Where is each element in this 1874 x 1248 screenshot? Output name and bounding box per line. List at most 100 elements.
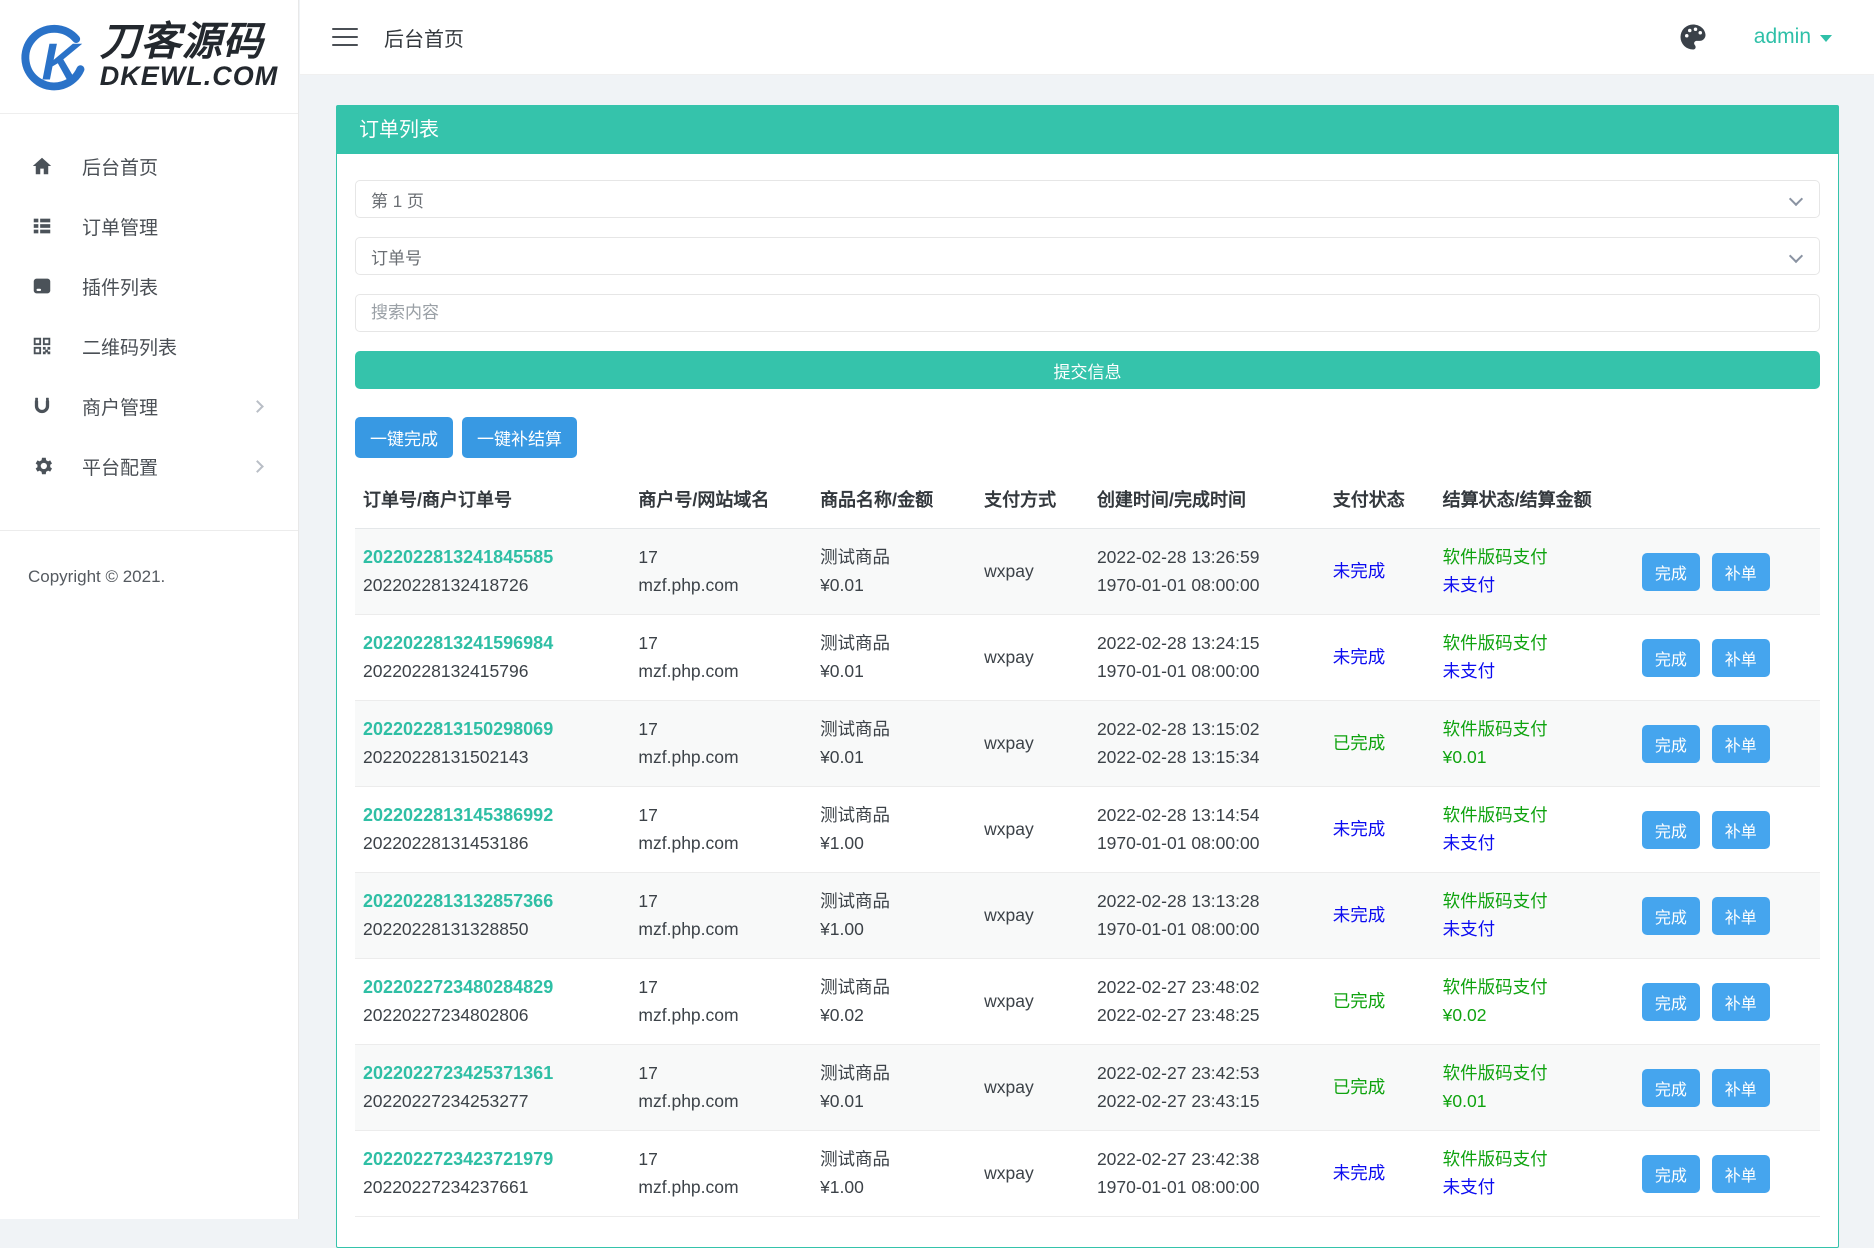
settle-status-line2: 未支付 bbox=[1443, 572, 1626, 599]
created-time: 2022-02-28 13:24:15 bbox=[1097, 630, 1317, 657]
sidebar-item-dashboard[interactable]: 后台首页 bbox=[0, 136, 298, 196]
logo-text-en: DKEWL.COM bbox=[100, 63, 278, 91]
order-field-select[interactable]: 订单号 bbox=[355, 237, 1820, 275]
product-amount: ¥1.00 bbox=[820, 916, 968, 943]
sidebar-item-plugins[interactable]: 插件列表 bbox=[0, 256, 298, 316]
search-input[interactable] bbox=[355, 294, 1820, 332]
complete-button[interactable]: 完成 bbox=[1642, 811, 1700, 849]
user-menu[interactable]: admin bbox=[1754, 25, 1832, 49]
col-header-order-no: 订单号/商户订单号 bbox=[355, 472, 630, 529]
submit-button[interactable]: 提交信息 bbox=[355, 351, 1820, 389]
product-name: 测试商品 bbox=[820, 802, 968, 829]
table-row: 2022022813145386992 20220228131453186 17… bbox=[355, 787, 1820, 873]
supplement-button[interactable]: 补单 bbox=[1712, 1069, 1770, 1107]
sidebar-menu: 后台首页 订单管理 插件列表 bbox=[0, 114, 298, 496]
sidebar-item-merchants[interactable]: 商户管理 bbox=[0, 376, 298, 436]
pay-method: wxpay bbox=[976, 959, 1089, 1045]
sidebar: K 刀客源码 DKEWL.COM 后台首页 订单管理 bbox=[0, 0, 299, 1219]
pay-method: wxpay bbox=[976, 787, 1089, 873]
logo-text-cn: 刀客源码 bbox=[100, 22, 278, 63]
settle-status-line2: 未支付 bbox=[1443, 916, 1626, 943]
chevron-down-icon bbox=[1789, 192, 1803, 206]
order-number-link[interactable]: 2022022813132857366 bbox=[363, 888, 553, 916]
table-row: 2022022723425371361 20220227234253277 17… bbox=[355, 1045, 1820, 1131]
table-header-row: 订单号/商户订单号 商户号/网站域名 商品名称/金额 支付方式 创建时间/完成时… bbox=[355, 472, 1820, 529]
merchant-order-number: 20220228131328850 bbox=[363, 916, 622, 943]
completed-time: 2022-02-27 23:48:25 bbox=[1097, 1002, 1317, 1029]
site-domain: mzf.php.com bbox=[638, 830, 804, 857]
page-select-value: 第 1 页 bbox=[371, 187, 424, 212]
settle-status-line2: 未支付 bbox=[1443, 658, 1626, 685]
created-time: 2022-02-28 13:13:28 bbox=[1097, 888, 1317, 915]
site-domain: mzf.php.com bbox=[638, 916, 804, 943]
settle-status-line1: 软件版码支付 bbox=[1443, 1146, 1626, 1173]
site-domain: mzf.php.com bbox=[638, 1002, 804, 1029]
product-name: 测试商品 bbox=[820, 974, 968, 1001]
qrcode-icon bbox=[30, 334, 54, 358]
sidebar-item-label: 插件列表 bbox=[82, 273, 262, 300]
panel-title: 订单列表 bbox=[337, 106, 1838, 154]
sidebar-item-label: 商户管理 bbox=[82, 393, 253, 420]
order-number-link[interactable]: 2022022723425371361 bbox=[363, 1060, 553, 1088]
settle-status-line2: 未支付 bbox=[1443, 1174, 1626, 1201]
complete-button[interactable]: 完成 bbox=[1642, 1155, 1700, 1193]
order-number-link[interactable]: 2022022813241596984 bbox=[363, 630, 553, 658]
product-name: 测试商品 bbox=[820, 630, 968, 657]
order-number-link[interactable]: 2022022813150298069 bbox=[363, 716, 553, 744]
copyright-text: Copyright © 2021. bbox=[0, 531, 298, 587]
order-number-link[interactable]: 2022022723480284829 bbox=[363, 974, 553, 1002]
chevron-down-icon bbox=[1789, 249, 1803, 263]
complete-button[interactable]: 完成 bbox=[1642, 553, 1700, 591]
sidebar-item-qrcodes[interactable]: 二维码列表 bbox=[0, 316, 298, 376]
product-amount: ¥1.00 bbox=[820, 1174, 968, 1201]
svg-text:K: K bbox=[41, 32, 82, 90]
bulk-settle-button[interactable]: 一键补结算 bbox=[462, 417, 577, 458]
col-header-pay-status: 支付状态 bbox=[1325, 472, 1435, 529]
complete-button[interactable]: 完成 bbox=[1642, 983, 1700, 1021]
product-amount: ¥0.01 bbox=[820, 658, 968, 685]
brand-logo[interactable]: K 刀客源码 DKEWL.COM bbox=[0, 0, 298, 114]
page-title: 后台首页 bbox=[384, 23, 464, 52]
pay-status-badge: 未完成 bbox=[1333, 905, 1386, 925]
supplement-button[interactable]: 补单 bbox=[1712, 983, 1770, 1021]
pay-status-badge: 已完成 bbox=[1333, 991, 1386, 1011]
merchant-id: 17 bbox=[638, 974, 804, 1001]
order-number-link[interactable]: 2022022813241845585 bbox=[363, 544, 553, 572]
menu-toggle-icon[interactable] bbox=[332, 28, 358, 46]
site-domain: mzf.php.com bbox=[638, 658, 804, 685]
page-select[interactable]: 第 1 页 bbox=[355, 180, 1820, 218]
created-time: 2022-02-27 23:42:38 bbox=[1097, 1146, 1317, 1173]
supplement-button[interactable]: 补单 bbox=[1712, 639, 1770, 677]
col-header-settle: 结算状态/结算金额 bbox=[1435, 472, 1634, 529]
topbar: 后台首页 admin bbox=[300, 0, 1874, 75]
completed-time: 1970-01-01 08:00:00 bbox=[1097, 830, 1317, 857]
site-domain: mzf.php.com bbox=[638, 572, 804, 599]
complete-button[interactable]: 完成 bbox=[1642, 725, 1700, 763]
supplement-button[interactable]: 补单 bbox=[1712, 1155, 1770, 1193]
supplement-button[interactable]: 补单 bbox=[1712, 811, 1770, 849]
created-time: 2022-02-28 13:26:59 bbox=[1097, 544, 1317, 571]
sidebar-item-platform-config[interactable]: 平台配置 bbox=[0, 436, 298, 496]
settle-status-line2: 未支付 bbox=[1443, 830, 1626, 857]
complete-button[interactable]: 完成 bbox=[1642, 1069, 1700, 1107]
theme-palette-icon[interactable] bbox=[1678, 22, 1708, 52]
merchant-id: 17 bbox=[638, 1146, 804, 1173]
completed-time: 2022-02-28 13:15:34 bbox=[1097, 744, 1317, 771]
complete-button[interactable]: 完成 bbox=[1642, 897, 1700, 935]
pay-status-badge: 已完成 bbox=[1333, 733, 1386, 753]
order-number-link[interactable]: 2022022723423721979 bbox=[363, 1146, 553, 1174]
complete-button[interactable]: 完成 bbox=[1642, 639, 1700, 677]
list-icon bbox=[30, 214, 54, 238]
supplement-button[interactable]: 补单 bbox=[1712, 897, 1770, 935]
pay-status-badge: 未完成 bbox=[1333, 1163, 1386, 1183]
supplement-button[interactable]: 补单 bbox=[1712, 553, 1770, 591]
pay-method: wxpay bbox=[976, 615, 1089, 701]
merchant-id: 17 bbox=[638, 888, 804, 915]
bulk-complete-button[interactable]: 一键完成 bbox=[355, 417, 453, 458]
merchant-order-number: 20220228132415796 bbox=[363, 658, 622, 685]
order-number-link[interactable]: 2022022813145386992 bbox=[363, 802, 553, 830]
merchant-order-number: 20220228131453186 bbox=[363, 830, 622, 857]
supplement-button[interactable]: 补单 bbox=[1712, 725, 1770, 763]
sidebar-item-orders[interactable]: 订单管理 bbox=[0, 196, 298, 256]
settle-status-line1: 软件版码支付 bbox=[1443, 716, 1626, 743]
